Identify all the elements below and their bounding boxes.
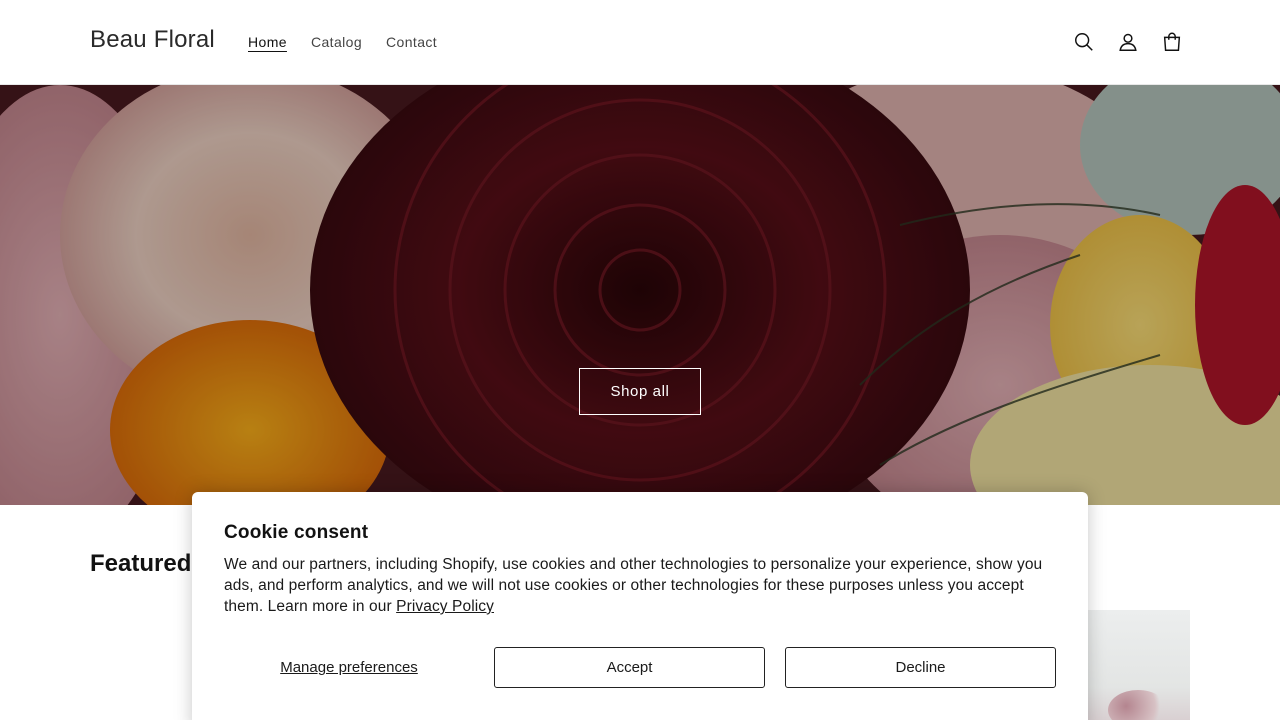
privacy-policy-link[interactable]: Privacy Policy (396, 598, 494, 615)
page: Beau Floral Home Catalog Contact Shop al… (0, 0, 1280, 720)
cookie-actions: Manage preferences Accept Decline (224, 647, 1056, 688)
manage-preferences-button[interactable]: Manage preferences (224, 647, 474, 688)
search-icon[interactable] (1072, 28, 1096, 56)
store-logo[interactable]: Beau Floral (90, 26, 215, 54)
cookie-consent-banner: Cookie consent We and our partners, incl… (192, 492, 1088, 720)
cookie-body-text: We and our partners, including Shopify, … (224, 556, 1043, 615)
nav-contact[interactable]: Contact (386, 31, 437, 53)
cookie-message: We and our partners, including Shopify, … (224, 554, 1056, 617)
account-icon[interactable] (1116, 28, 1140, 56)
main-nav: Home Catalog Contact (248, 31, 437, 53)
decline-button[interactable]: Decline (785, 647, 1056, 688)
nav-catalog[interactable]: Catalog (311, 31, 362, 53)
product-thumbnail[interactable] (1088, 610, 1190, 720)
site-header: Beau Floral Home Catalog Contact (0, 0, 1280, 85)
product-image-detail (1108, 690, 1168, 720)
header-icons (1072, 28, 1184, 56)
hero-banner: Shop all (0, 85, 1280, 505)
shop-all-button[interactable]: Shop all (579, 368, 701, 415)
hero-overlay (0, 85, 1280, 505)
nav-home[interactable]: Home (248, 31, 287, 53)
accept-button[interactable]: Accept (494, 647, 765, 688)
cart-icon[interactable] (1160, 28, 1184, 56)
cookie-title: Cookie consent (224, 522, 369, 543)
